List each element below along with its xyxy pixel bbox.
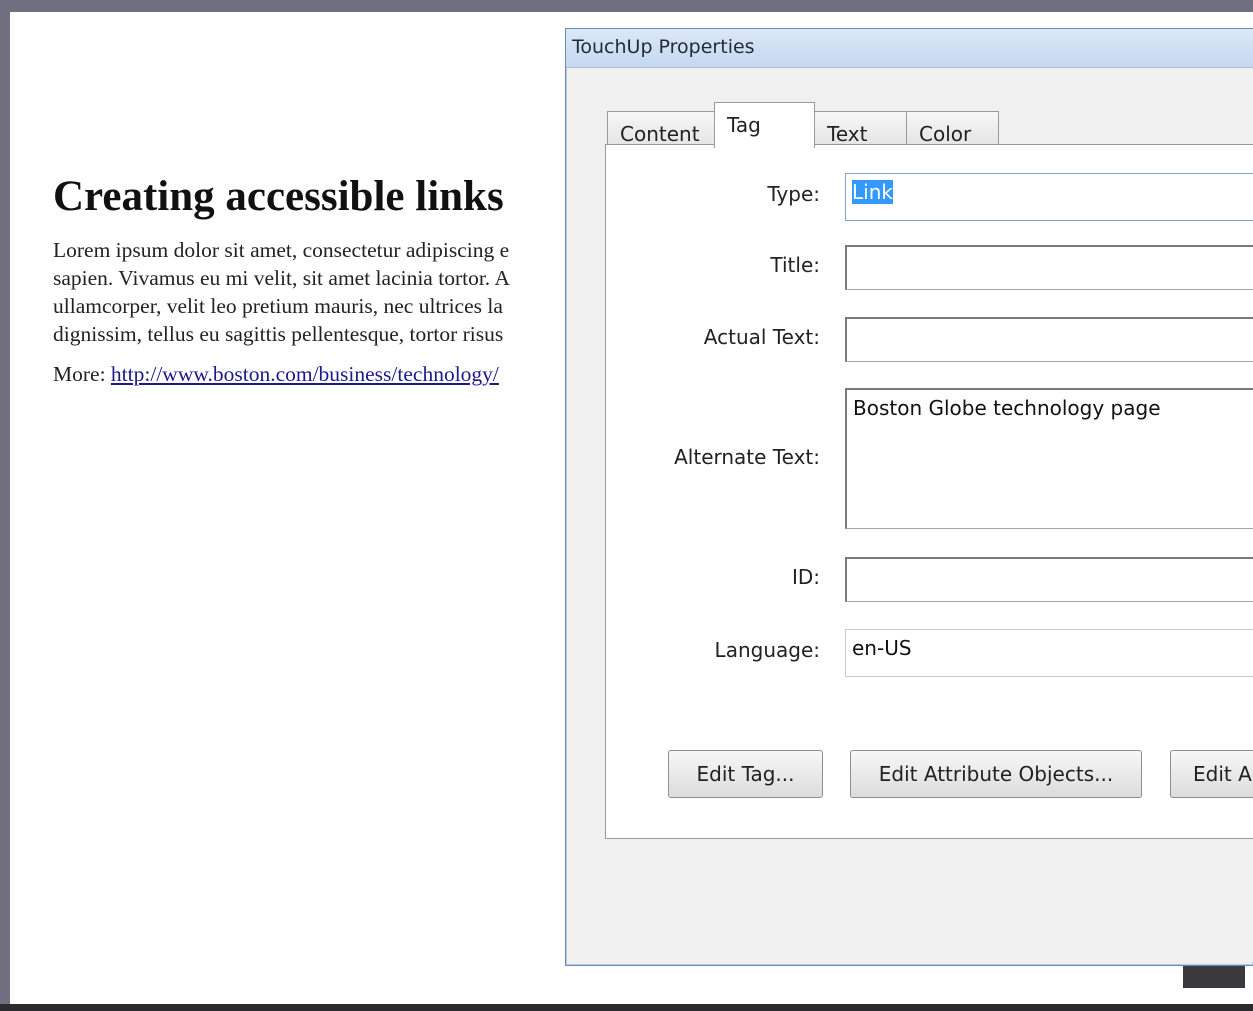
id-label: ID: bbox=[791, 565, 820, 589]
more-line: More: http://www.boston.com/business/tec… bbox=[53, 362, 499, 387]
language-combobox[interactable]: en-US bbox=[845, 629, 1253, 677]
dialog-title: TouchUp Properties bbox=[572, 36, 755, 58]
window-bottom-edge bbox=[0, 1004, 1253, 1011]
type-label: Type: bbox=[767, 182, 820, 206]
language-value: en-US bbox=[852, 636, 912, 660]
edit-attribute-classes-button[interactable]: Edit A bbox=[1170, 750, 1253, 798]
background-window-fragment bbox=[1183, 966, 1245, 988]
id-field[interactable] bbox=[845, 557, 1253, 602]
actual-text-field[interactable] bbox=[845, 317, 1253, 362]
technology-link[interactable]: http://www.boston.com/business/technolog… bbox=[111, 362, 499, 386]
language-label: Language: bbox=[714, 638, 820, 662]
alternate-text-field[interactable]: Boston Globe technology page bbox=[845, 388, 1253, 529]
title-field[interactable] bbox=[845, 245, 1253, 290]
title-label: Title: bbox=[770, 253, 820, 277]
type-combobox[interactable]: Link bbox=[845, 173, 1253, 221]
label-column: Type: Title: Actual Text: Alternate Text… bbox=[606, 145, 820, 838]
edit-tag-button[interactable]: Edit Tag... bbox=[668, 750, 823, 798]
dialog-titlebar[interactable]: TouchUp Properties bbox=[566, 29, 1253, 68]
tab-tag[interactable]: Tag bbox=[714, 102, 815, 148]
actual-text-label: Actual Text: bbox=[703, 325, 820, 349]
tag-tab-panel: Type: Title: Actual Text: Alternate Text… bbox=[605, 144, 1253, 839]
edit-attribute-objects-button[interactable]: Edit Attribute Objects... bbox=[850, 750, 1142, 798]
type-value: Link bbox=[852, 180, 893, 204]
more-label: More: bbox=[53, 362, 106, 386]
document-heading: Creating accessible links bbox=[53, 173, 504, 220]
dialog-body: Content Tag Text Color Type: Title: Actu… bbox=[569, 68, 1253, 962]
alternate-text-label: Alternate Text: bbox=[674, 445, 820, 469]
touchup-properties-dialog: TouchUp Properties Content Tag Text Colo… bbox=[565, 28, 1253, 966]
